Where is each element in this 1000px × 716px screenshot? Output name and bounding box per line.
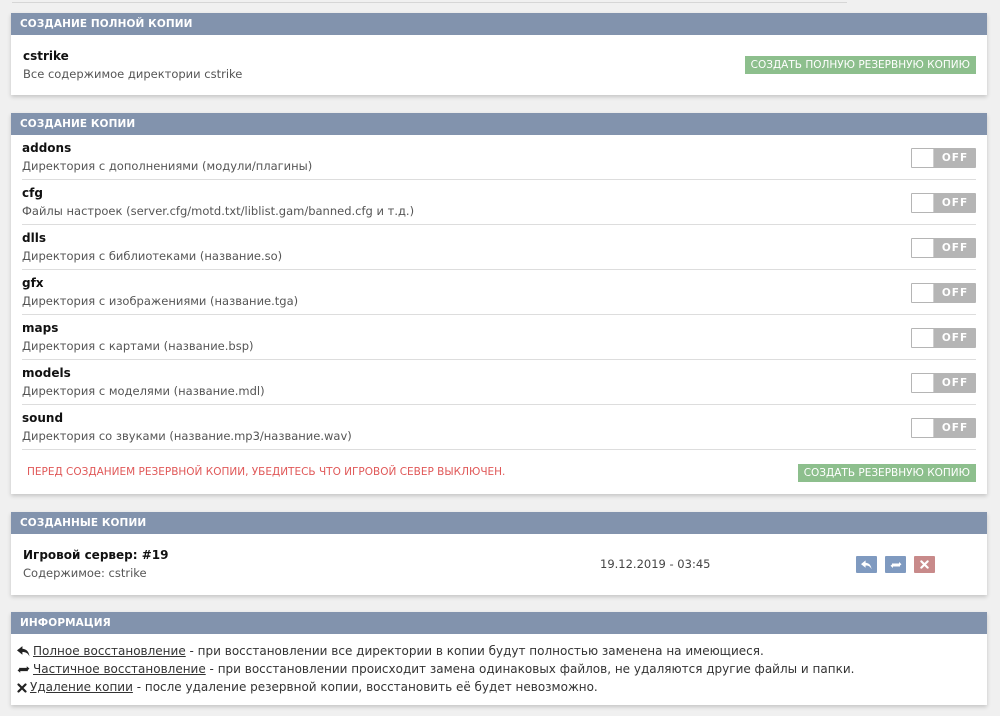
info-line-partial-restore: Частичное восстановление - при восстанов… <box>17 662 854 676</box>
partial-restore-button[interactable] <box>885 556 906 573</box>
delete-backup-button[interactable] <box>914 556 935 573</box>
backup-content: Содержимое: cstrike <box>23 566 147 580</box>
created-backups-panel: Созданные копии Игровой сервер: #19 Соде… <box>11 512 987 595</box>
partial-backup-header: Создание копии <box>11 113 987 135</box>
toggle-state: OFF <box>941 332 969 344</box>
item-desc: Директория с картами (название.bsp) <box>22 339 254 353</box>
item-desc: Директория с библиотеками (название.so) <box>22 249 283 263</box>
item-desc: Директория со звуками (название.mp3/назв… <box>22 429 352 443</box>
reply-icon <box>17 646 30 657</box>
info-text: - после удаление резервной копии, восста… <box>132 680 598 694</box>
info-header: Информация <box>11 612 987 634</box>
list-item: gfx Директория с изображениями (название… <box>22 270 976 315</box>
close-icon <box>920 560 929 569</box>
item-name: cfg <box>22 186 43 200</box>
info-panel: Информация Полное восстановление - при в… <box>11 612 987 705</box>
table-row: Игровой сервер: #19 Содержимое: cstrike … <box>11 534 987 595</box>
list-item: addons Директория с дополнениями (модули… <box>22 135 976 180</box>
toggle-knob <box>912 149 934 167</box>
full-backup-item-name: cstrike <box>23 49 69 63</box>
reply-icon <box>861 559 872 569</box>
addons-toggle[interactable]: OFF <box>911 148 976 168</box>
item-name: dlls <box>22 231 46 245</box>
info-text: - при восстановлении происходит замена о… <box>205 662 855 676</box>
toggle-state: OFF <box>941 197 969 209</box>
toggle-state: OFF <box>941 422 969 434</box>
created-backups-header: Созданные копии <box>11 512 987 534</box>
cfg-toggle[interactable]: OFF <box>911 193 976 213</box>
partial-restore-link[interactable]: Частичное восстановление <box>33 662 206 676</box>
info-line-full-restore: Полное восстановление - при восстановлен… <box>17 644 764 658</box>
toggle-knob <box>912 284 934 302</box>
toggle-knob <box>912 374 934 392</box>
backup-date: 19.12.2019 - 03:45 <box>600 557 711 571</box>
item-desc: Директория с дополнениями (модули/плагин… <box>22 159 313 173</box>
full-restore-button[interactable] <box>856 556 877 573</box>
toggle-state: OFF <box>941 377 969 389</box>
item-name: models <box>22 366 71 380</box>
refresh-icon <box>17 666 30 673</box>
delete-copy-link[interactable]: Удаление копии <box>30 680 133 694</box>
list-item: sound Директория со звуками (название.mp… <box>22 405 976 450</box>
warning-text: Перед созданием резервной копии, убедите… <box>27 466 506 478</box>
item-name: maps <box>22 321 59 335</box>
create-backup-button[interactable]: Создать резервную копию <box>797 464 976 482</box>
info-text: - при восстановлении все директории в ко… <box>185 644 764 658</box>
full-backup-panel: Создание полной копии cstrike Все содерж… <box>11 13 987 95</box>
full-restore-link[interactable]: Полное восстановление <box>33 644 186 658</box>
item-desc: Директория с моделями (название.mdl) <box>22 384 265 398</box>
backup-title: Игровой сервер: #19 <box>23 548 169 562</box>
sound-toggle[interactable]: OFF <box>911 418 976 438</box>
toggle-state: OFF <box>941 152 969 164</box>
item-desc: Файлы настроек (server.cfg/motd.txt/libl… <box>22 204 415 218</box>
create-full-backup-button[interactable]: Создать полную резервную копию <box>744 56 976 74</box>
list-item: models Директория с моделями (название.m… <box>22 360 976 405</box>
gfx-toggle[interactable]: OFF <box>911 283 976 303</box>
full-backup-header: Создание полной копии <box>11 13 987 35</box>
item-name: addons <box>22 141 72 155</box>
toggle-state: OFF <box>941 287 969 299</box>
toggle-knob <box>912 419 934 437</box>
close-icon <box>17 683 27 693</box>
item-name: sound <box>22 411 64 425</box>
top-divider <box>12 2 847 3</box>
full-backup-item-desc: Все содержимое директории cstrike <box>23 67 243 81</box>
item-name: gfx <box>22 276 44 290</box>
list-item: cfg Файлы настроек (server.cfg/motd.txt/… <box>22 180 976 225</box>
item-desc: Директория с изображениями (название.tga… <box>22 294 299 308</box>
models-toggle[interactable]: OFF <box>911 373 976 393</box>
list-item: maps Директория с картами (название.bsp)… <box>22 315 976 360</box>
refresh-icon <box>890 561 901 568</box>
maps-toggle[interactable]: OFF <box>911 328 976 348</box>
info-line-delete: Удаление копии - после удаление резервно… <box>17 680 598 694</box>
partial-backup-panel: Создание копии addons Директория с допол… <box>11 113 987 494</box>
toggle-knob <box>912 329 934 347</box>
list-item: dlls Директория с библиотеками (название… <box>22 225 976 270</box>
toggle-knob <box>912 194 934 212</box>
dlls-toggle[interactable]: OFF <box>911 238 976 258</box>
toggle-state: OFF <box>941 242 969 254</box>
toggle-knob <box>912 239 934 257</box>
